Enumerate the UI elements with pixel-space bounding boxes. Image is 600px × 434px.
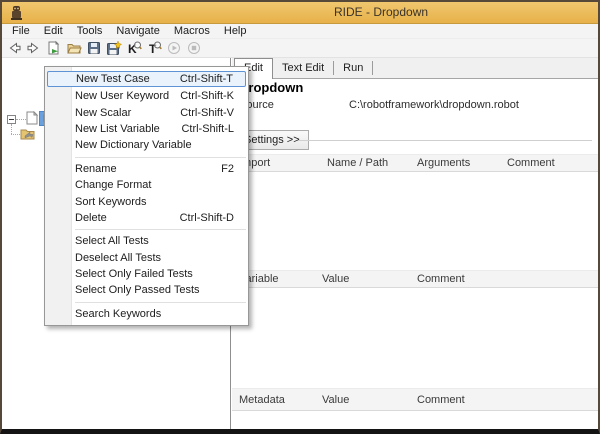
resource-folder-icon[interactable] (20, 127, 35, 141)
search-tests-icon[interactable]: T (145, 39, 163, 57)
go-forward-icon[interactable] (25, 39, 43, 57)
menu-tools[interactable]: Tools (70, 24, 110, 39)
menu-file[interactable]: File (5, 24, 37, 39)
titlebar: RIDE - Dropdown (2, 2, 598, 24)
save-all-icon[interactable] (105, 39, 123, 57)
tab-text-edit[interactable]: Text Edit (273, 61, 334, 75)
window-title: RIDE - Dropdown (334, 5, 428, 19)
menu-item-new-test-case[interactable]: New Test Case Ctrl-Shift-T (47, 71, 246, 87)
app-window: RIDE - Dropdown File Edit Tools Navigate… (0, 0, 600, 434)
column-header-value: Value (322, 273, 349, 285)
source-path: C:\robotframework\dropdown.robot (349, 99, 519, 111)
menu-edit[interactable]: Edit (37, 24, 70, 39)
variables-table-header: Variable Value Comment (232, 270, 598, 288)
menubar: File Edit Tools Navigate Macros Help (2, 24, 598, 39)
menu-help[interactable]: Help (217, 24, 254, 39)
tree-connector-line (11, 134, 20, 135)
menu-separator (75, 302, 246, 303)
menu-macros[interactable]: Macros (167, 24, 217, 39)
menu-separator (75, 157, 246, 158)
run-tests-icon[interactable] (165, 39, 183, 57)
column-header-metadata: Metadata (239, 394, 285, 406)
search-keywords-icon[interactable]: K (125, 39, 143, 57)
editor-tabs: Edit Text Edit Run (232, 58, 598, 79)
editor-panel: Edit Text Edit Run Dropdown Source C:\ro… (232, 58, 598, 429)
column-header-arguments: Arguments (417, 157, 470, 169)
column-header-comment: Comment (417, 273, 465, 285)
column-header-value: Value (322, 394, 349, 406)
open-directory-icon[interactable] (65, 39, 83, 57)
imports-table-header: Import Name / Path Arguments Comment (232, 154, 598, 172)
settings-separator-line (298, 140, 592, 141)
menu-item-new-user-keyword[interactable]: New User Keyword Ctrl-Shift-K (45, 88, 248, 104)
menu-item-rename[interactable]: Rename F2 (45, 161, 248, 177)
toolbar: K T (2, 39, 598, 58)
go-back-icon[interactable] (5, 39, 23, 57)
menu-item-new-list-variable[interactable]: New List Variable Ctrl-Shift-L (45, 121, 248, 137)
suite-file-icon (26, 111, 38, 125)
menu-item-new-dictionary-variable[interactable]: New Dictionary Variable (45, 137, 248, 153)
menu-item-select-only-passed-tests[interactable]: Select Only Passed Tests (45, 282, 248, 298)
menu-item-select-only-failed-tests[interactable]: Select Only Failed Tests (45, 266, 248, 282)
menu-navigate[interactable]: Navigate (109, 24, 166, 39)
stop-test-run-icon[interactable] (185, 39, 203, 57)
tree-collapse-toggle[interactable] (7, 115, 16, 124)
ride-robot-icon (9, 5, 24, 21)
menu-item-search-keywords[interactable]: Search Keywords (45, 306, 248, 322)
save-icon[interactable] (85, 39, 103, 57)
metadata-table-header: Metadata Value Comment (232, 388, 598, 411)
menu-item-sort-keywords[interactable]: Sort Keywords (45, 193, 248, 209)
tree-connector-line (11, 124, 12, 134)
column-header-name-path: Name / Path (327, 157, 388, 169)
menu-separator (75, 229, 246, 230)
tree-connector-line (16, 119, 26, 120)
column-header-comment: Comment (417, 394, 465, 406)
menu-item-delete[interactable]: Delete Ctrl-Shift-D (45, 210, 248, 226)
menu-item-select-all-tests[interactable]: Select All Tests (45, 233, 248, 249)
column-header-comment: Comment (507, 157, 555, 169)
menu-item-deselect-all-tests[interactable]: Deselect All Tests (45, 250, 248, 266)
menu-item-change-format[interactable]: Change Format (45, 177, 248, 193)
open-suite-icon[interactable] (45, 39, 63, 57)
menu-item-new-scalar[interactable]: New Scalar Ctrl-Shift-V (45, 104, 248, 120)
tab-run[interactable]: Run (334, 61, 373, 75)
tree-context-menu: New Test Case Ctrl-Shift-T New User Keyw… (44, 66, 249, 326)
